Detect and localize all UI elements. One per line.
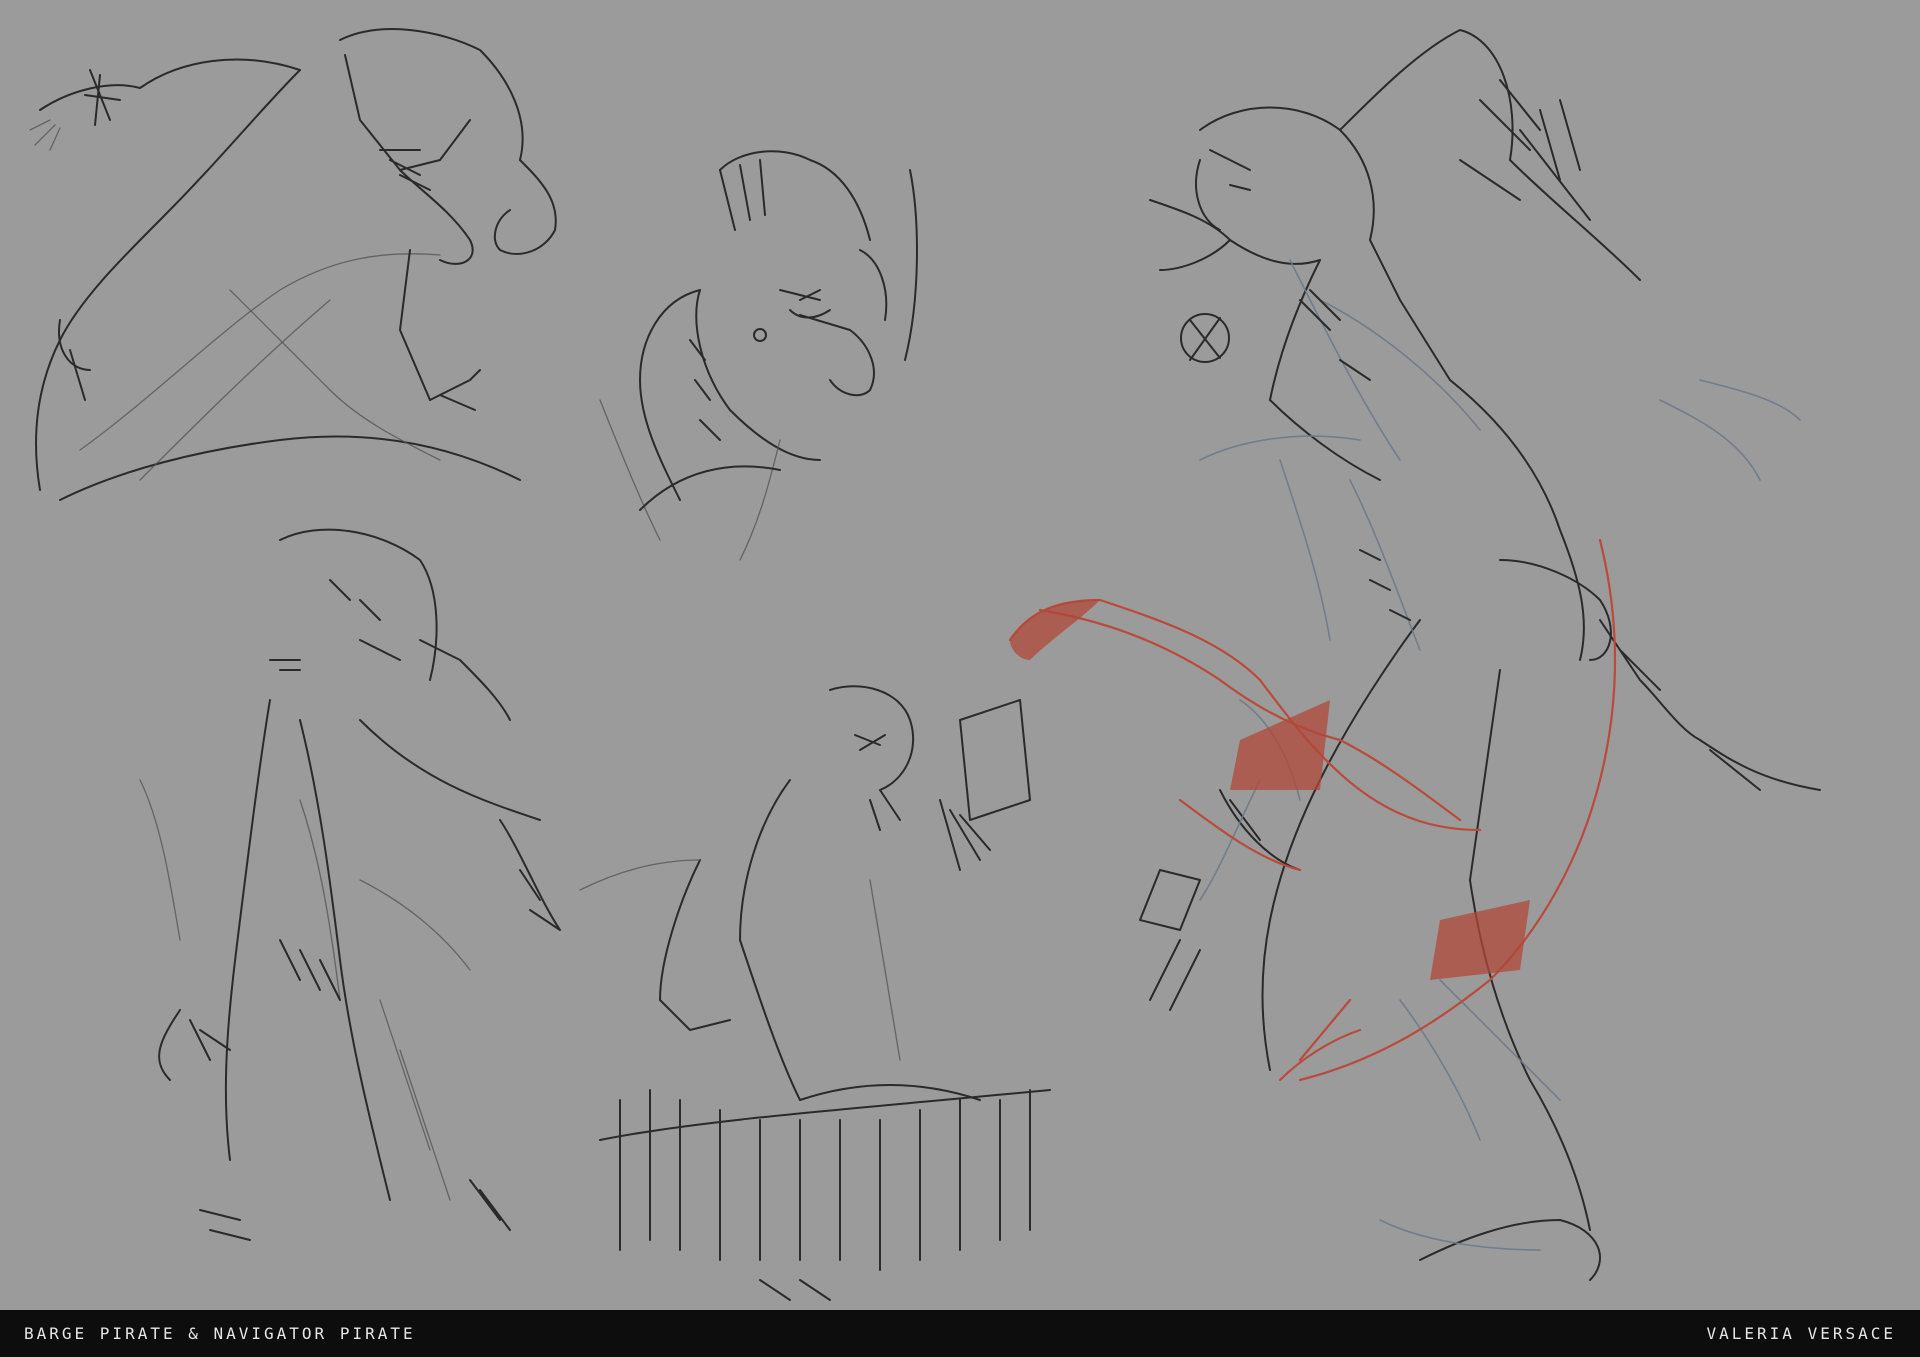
artist-credit: VALERIA VERSACE <box>1706 1324 1896 1343</box>
sketch-crouching-pirate <box>29 28 557 501</box>
sketch-angry-face <box>599 150 918 561</box>
sketch-standing-pirate <box>139 528 561 1241</box>
sketch-red-cape <box>1008 538 1617 1082</box>
sketch-artwork <box>29 28 1821 1301</box>
sketch-seated-pirate <box>579 685 1051 1301</box>
footer-bar: BARGE PIRATE & NAVIGATOR PIRATE VALERIA … <box>0 1310 1920 1357</box>
artwork-title: BARGE PIRATE & NAVIGATOR PIRATE <box>24 1324 416 1343</box>
sketch-navigator-pirate <box>1139 29 1821 1281</box>
sketch-canvas <box>0 0 1920 1310</box>
